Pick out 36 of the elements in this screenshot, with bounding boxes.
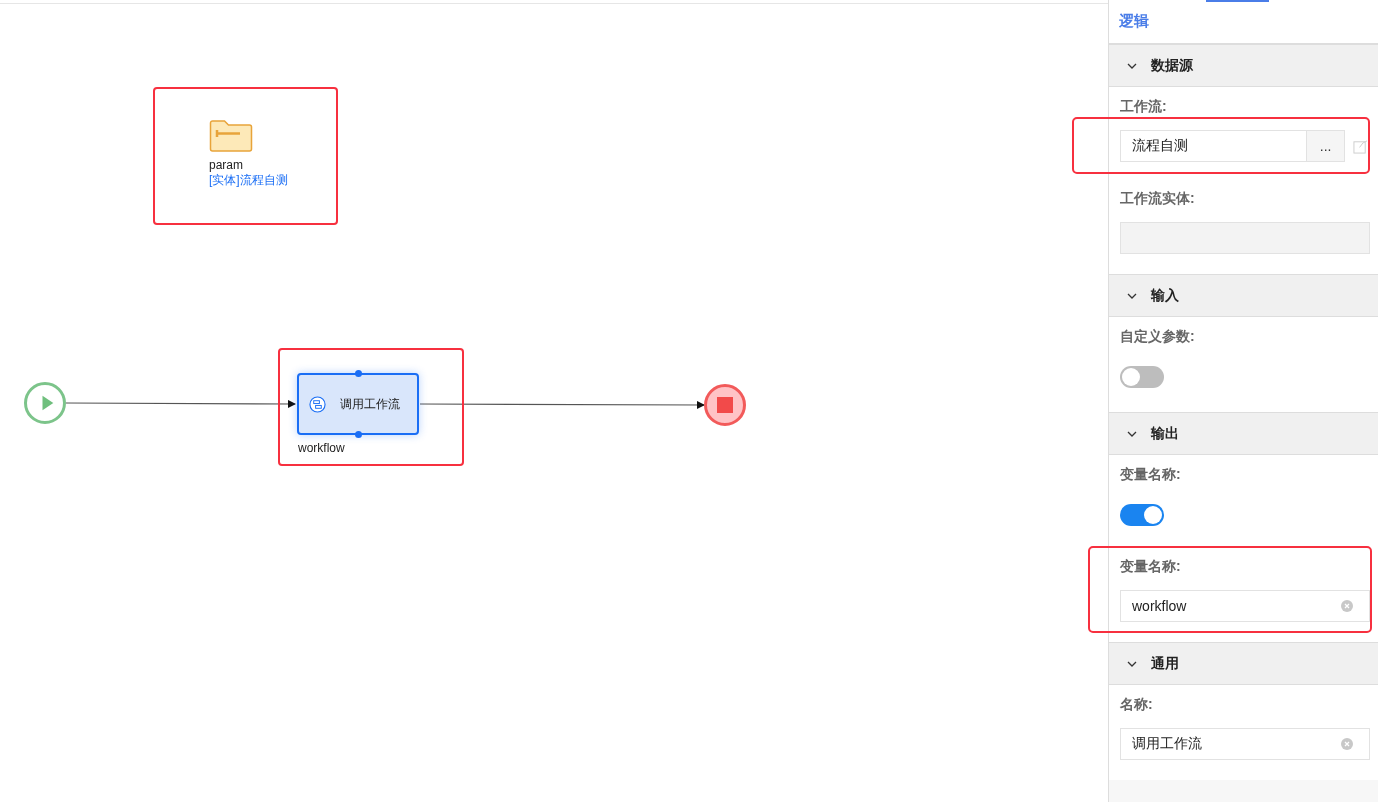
section-title: 数据源 [1151,56,1193,75]
text-field[interactable]: 调用工作流 [1120,728,1370,760]
toggle-switch[interactable] [1120,366,1164,388]
start-event-icon[interactable] [24,382,66,424]
field-label: 工作流: [1120,97,1168,116]
node-name: param [209,158,244,172]
section-header[interactable]: 输入 [1109,274,1378,317]
section-title: 通用 [1151,654,1179,673]
node-label: 调用工作流 [340,395,400,413]
text-field[interactable]: workflow [1120,590,1370,622]
section-title: 输出 [1151,424,1179,443]
field-label: 变量名称: [1120,465,1182,484]
field-label: 工作流实体: [1120,189,1196,208]
end-event-icon[interactable] [704,384,746,426]
toggle-switch[interactable] [1120,504,1164,526]
clear-icon[interactable] [1341,738,1353,750]
panel-tab[interactable]: 逻辑 [1119,12,1149,31]
workflow-field[interactable]: 流程自测 [1120,130,1308,162]
connection-handle[interactable] [355,370,362,377]
browse-button[interactable]: ... [1307,130,1345,162]
field-label: 变量名称: [1120,557,1182,576]
section-header[interactable]: 输出 [1109,412,1378,455]
node-type: [实体]流程自测 [209,172,288,188]
field-label: 自定义参数: [1120,327,1196,346]
section-header[interactable]: 数据源 [1109,44,1378,87]
connection-handle[interactable] [355,431,362,438]
folder-icon[interactable] [209,119,253,153]
task-node[interactable]: 调用工作流 [297,373,419,435]
workflow-icon [309,395,326,413]
clear-icon[interactable] [1341,600,1353,612]
field-label: 名称: [1120,695,1154,714]
section-title: 输入 [1151,286,1179,305]
tab-indicator [1206,0,1269,2]
section-header[interactable]: 通用 [1109,642,1378,685]
external-link-icon[interactable] [1353,138,1368,154]
node-caption: workflow [298,441,345,455]
